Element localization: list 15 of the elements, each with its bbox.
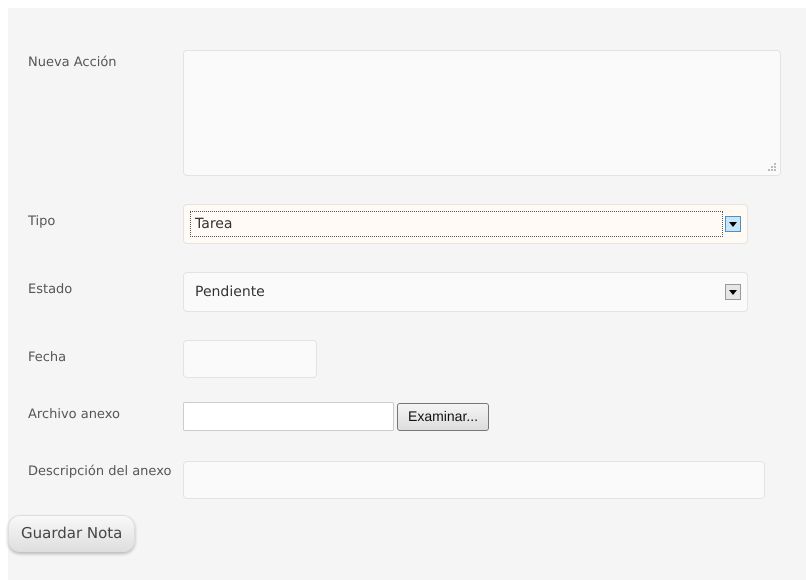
- field-label: Archivo anexo: [27, 406, 121, 424]
- field-label: Estado: [27, 281, 74, 299]
- select-field[interactable]: Pendiente: [183, 272, 748, 312]
- field-label: Descripción del anexo: [27, 463, 172, 481]
- field-label: Fecha: [27, 349, 68, 367]
- resize-grip-icon[interactable]: [768, 163, 776, 171]
- field-label: Nueva Acción: [27, 54, 118, 72]
- selected-option: Pendiente: [190, 279, 723, 305]
- browse-button[interactable]: Examinar...: [397, 402, 490, 430]
- file-path-field[interactable]: [183, 402, 394, 431]
- selected-option: Tarea: [190, 211, 723, 237]
- select-field[interactable]: Tarea: [183, 204, 748, 244]
- field-label: Tipo: [27, 213, 56, 231]
- text-area[interactable]: [183, 50, 781, 176]
- save-note-button[interactable]: Guardar Nota: [8, 515, 136, 552]
